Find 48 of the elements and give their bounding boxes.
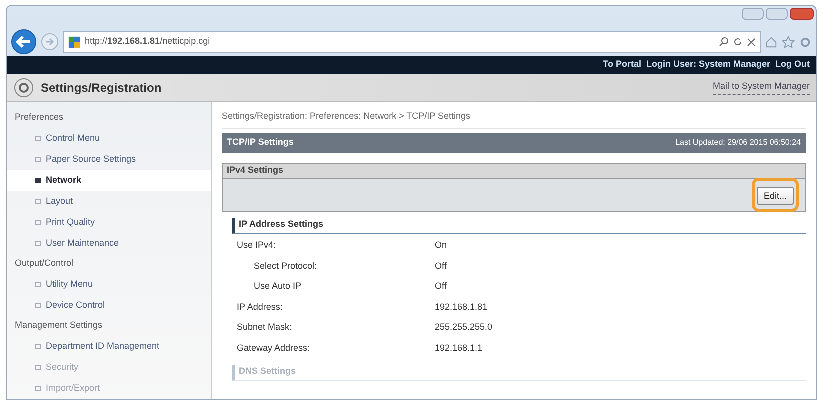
panel-title: TCP/IP Settings: [227, 136, 294, 149]
search-icon[interactable]: [719, 37, 729, 47]
home-icon[interactable]: [765, 36, 778, 48]
last-updated: Last Updated: 29/06 2015 06:50:24: [676, 136, 801, 148]
field-value: 192.168.1.81: [435, 300, 488, 314]
field-label: Select Protocol:: [253, 260, 318, 272]
section-title: IPv4 Settings: [223, 164, 805, 178]
minimize-button[interactable]: [742, 8, 764, 20]
url-text: http://192.168.1.81/netticpip.cgi: [85, 35, 212, 48]
sidebar-item[interactable]: Department ID Management: [7, 336, 211, 357]
field-value: On: [435, 239, 448, 252]
star-icon[interactable]: [782, 36, 795, 48]
top-bar-link[interactable]: Log Out: [776, 58, 810, 72]
sidebar-item[interactable]: Paper Source Settings: [7, 149, 211, 170]
field-label: Use IPv4:: [236, 239, 278, 252]
group-heading: IP Address Settings: [232, 218, 806, 234]
sidebar-item[interactable]: Device Control: [7, 295, 211, 316]
group-heading: DNS Settings: [232, 364, 806, 380]
back-icon[interactable]: [11, 29, 37, 55]
field-label: Subnet Mask:: [236, 321, 294, 334]
sidebar-item[interactable]: Network: [7, 170, 211, 191]
sidebar-heading: Management Settings: [14, 319, 104, 332]
field-label: Use Auto IP: [253, 280, 303, 293]
field-value: 192.168.1.1: [435, 342, 483, 354]
field-label: IP Address:: [236, 300, 284, 314]
globe-icon: [68, 36, 81, 48]
forward-icon[interactable]: [41, 33, 59, 51]
field-value: Off: [435, 260, 447, 272]
edit-button[interactable]: Edit...: [756, 187, 794, 206]
address-bar[interactable]: http://192.168.1.81/netticpip.cgi: [63, 31, 761, 53]
close-icon[interactable]: [747, 38, 756, 46]
breadcrumb: Settings/Registration: Preferences: Network > TCP/IP Settings: [222, 110, 806, 128]
field-value: 255.255.255.0: [435, 321, 493, 334]
field-label: Gateway Address:: [236, 342, 312, 355]
sidebar-heading: Preferences: [14, 111, 65, 124]
refresh-icon[interactable]: [733, 37, 743, 47]
sidebar-item[interactable]: Utility Menu: [7, 274, 211, 295]
top-bar-link[interactable]: To Portal: [603, 58, 642, 72]
top-bar-link[interactable]: Login User: System Manager: [646, 58, 770, 72]
sidebar-heading: Output/Control: [14, 257, 75, 270]
mail-link[interactable]: Mail to System Manager: [712, 80, 810, 95]
sidebar-item[interactable]: Layout: [7, 191, 211, 212]
sidebar-item[interactable]: Print Quality: [7, 212, 211, 233]
close-button[interactable]: [790, 8, 814, 20]
sidebar-item[interactable]: Control Menu: [7, 128, 211, 149]
sidebar-item[interactable]: User Maintenance: [7, 233, 211, 254]
page-title: Settings/Registration: [41, 80, 163, 96]
field-value: Off: [435, 280, 447, 293]
